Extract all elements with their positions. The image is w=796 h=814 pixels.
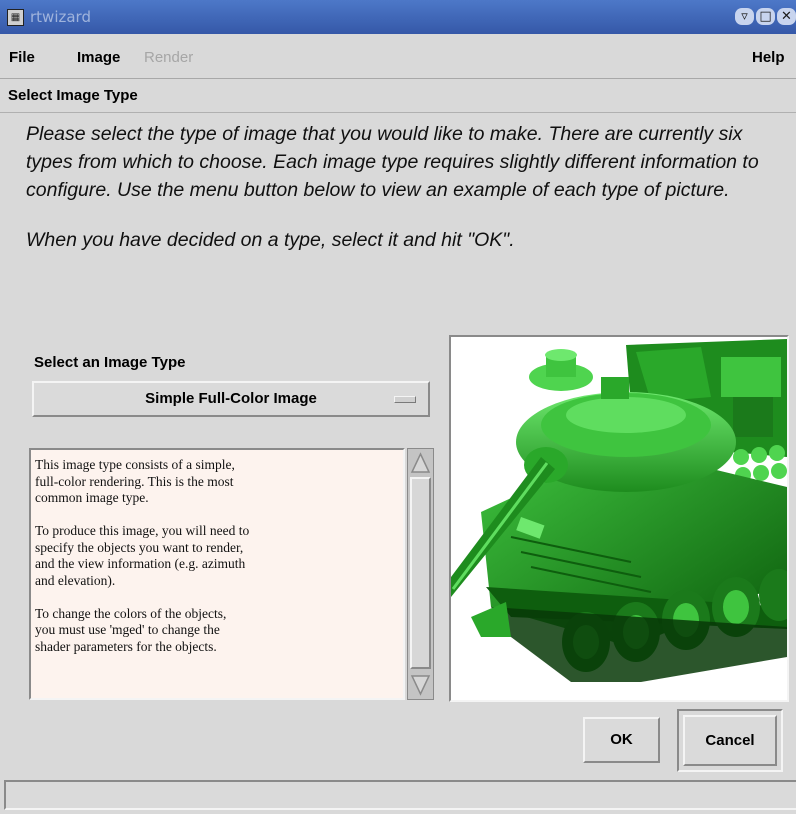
title-bar[interactable]: ▦ rtwizard ▿ □ ✕ xyxy=(0,0,796,34)
window-title: rtwizard xyxy=(30,8,91,26)
description-paragraph: This image type consists of a simple, fu… xyxy=(35,457,235,505)
app-icon[interactable]: ▦ xyxy=(7,9,24,26)
image-type-menubutton[interactable]: Simple Full-Color Image xyxy=(32,381,430,417)
scroll-up-arrow-icon[interactable] xyxy=(410,451,431,475)
status-bar xyxy=(4,780,796,810)
instructions-paragraph: When you have decided on a type, select … xyxy=(26,229,515,251)
image-preview xyxy=(449,335,796,702)
description-paragraph: To produce this image, you will need to … xyxy=(35,523,250,588)
section-title: Select Image Type xyxy=(8,87,138,104)
menu-image[interactable]: Image xyxy=(77,49,120,66)
menubutton-indicator-icon xyxy=(394,396,416,403)
menu-bar: File Image Render Help xyxy=(0,34,796,79)
rtwizard-window: ▦ rtwizard ▿ □ ✕ File Image Render Help … xyxy=(0,0,796,814)
description-scrollbar[interactable] xyxy=(407,448,434,700)
section-divider xyxy=(0,112,796,113)
menu-render: Render xyxy=(144,49,194,66)
ok-button[interactable]: OK xyxy=(583,717,660,763)
close-icon[interactable]: ✕ xyxy=(777,8,796,25)
menu-help[interactable]: Help xyxy=(752,49,785,66)
instructions-paragraph: Please select the type of image that you… xyxy=(26,123,759,201)
minimize-icon[interactable]: ▿ xyxy=(735,8,754,25)
scrollbar-thumb[interactable] xyxy=(410,477,431,669)
window-controls: ▿ □ ✕ xyxy=(733,8,796,25)
maximize-icon[interactable]: □ xyxy=(756,8,775,25)
instructions-text: Please select the type of image that you… xyxy=(26,120,788,254)
menu-file[interactable]: File xyxy=(9,49,35,66)
tank-render-image xyxy=(451,339,796,682)
image-type-label: Select an Image Type xyxy=(34,354,186,371)
description-textbox[interactable]: This image type consists of a simple, fu… xyxy=(29,448,405,700)
image-type-value: Simple Full-Color Image xyxy=(145,390,317,407)
cancel-button[interactable]: Cancel xyxy=(683,715,777,766)
description-paragraph: To change the colors of the objects, you… xyxy=(35,605,227,654)
scroll-down-arrow-icon[interactable] xyxy=(410,673,431,697)
